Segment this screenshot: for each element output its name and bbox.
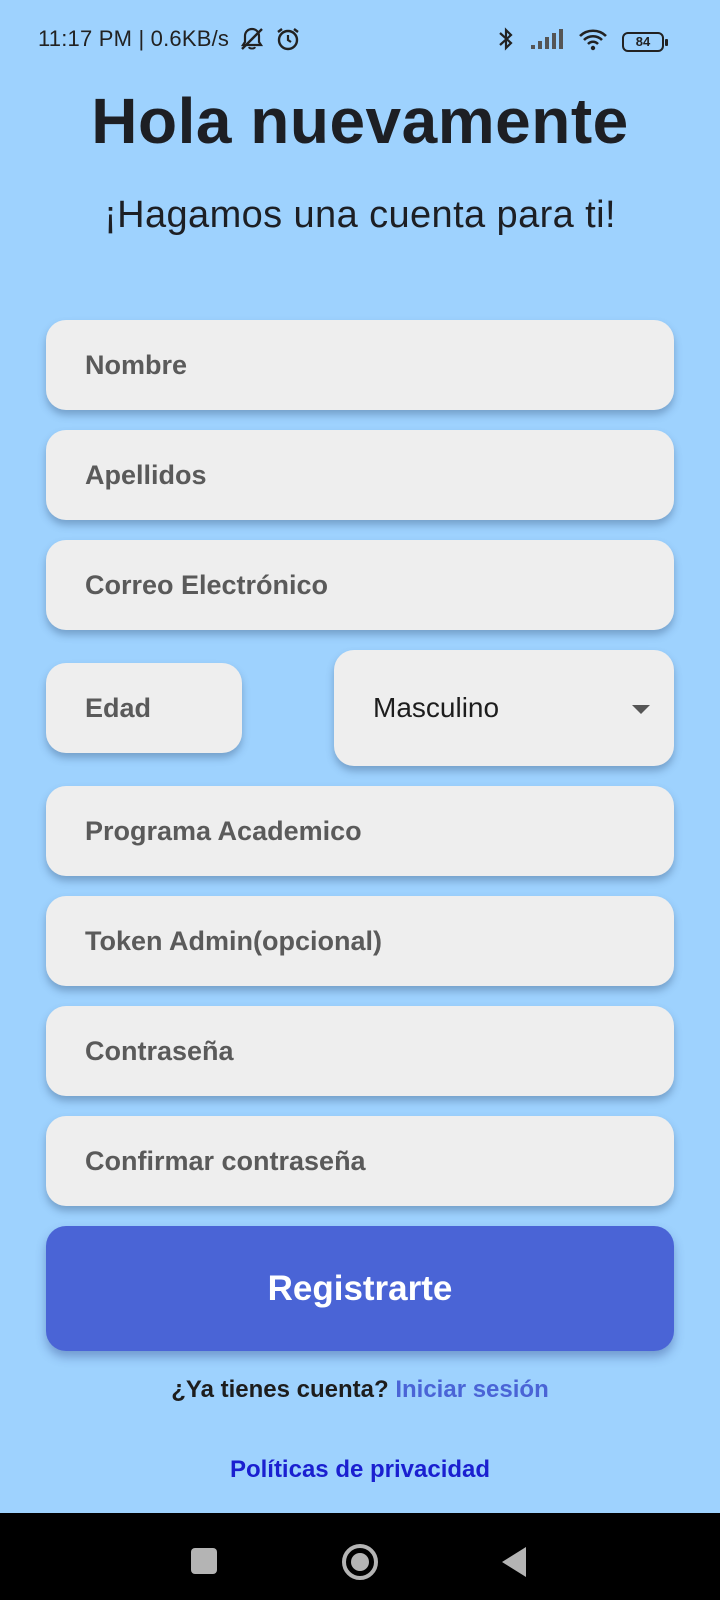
confirm-password-field[interactable]: Confirmar contraseña: [46, 1116, 674, 1206]
status-right: 84: [496, 26, 668, 57]
gender-select[interactable]: Masculino: [334, 650, 674, 766]
wifi-icon: [578, 27, 608, 56]
chevron-down-icon: [632, 705, 650, 714]
password-placeholder: Contraseña: [85, 1035, 234, 1066]
status-left: 11:17 PM | 0.6KB/s: [38, 26, 301, 52]
lastname-placeholder: Apellidos: [85, 459, 207, 490]
confirm-password-placeholder: Confirmar contraseña: [85, 1145, 366, 1176]
signal-icon: [530, 28, 564, 55]
page-title: Hola nuevamente: [91, 85, 629, 157]
password-field[interactable]: Contraseña: [46, 1006, 674, 1096]
program-field[interactable]: Programa Academico: [46, 786, 674, 876]
token-field[interactable]: Token Admin(opcional): [46, 896, 674, 986]
status-bar: 11:17 PM | 0.6KB/s 84: [0, 0, 720, 80]
email-placeholder: Correo Electrónico: [85, 569, 329, 600]
have-account-text: ¿Ya tienes cuenta?: [171, 1376, 389, 1403]
age-field[interactable]: Edad: [46, 663, 242, 753]
age-placeholder: Edad: [85, 692, 152, 723]
status-time: 11:17 PM | 0.6KB/s: [38, 26, 230, 51]
battery-icon: 84: [622, 31, 668, 52]
bluetooth-icon: [496, 26, 516, 57]
email-field[interactable]: Correo Electrónico: [46, 540, 674, 630]
register-button-label: Registrarte: [267, 1268, 453, 1308]
login-prompt: ¿Ya tienes cuenta? Iniciar sesión: [0, 1376, 720, 1404]
name-placeholder: Nombre: [85, 349, 188, 380]
back-icon[interactable]: [502, 1547, 526, 1577]
navigation-bar: [0, 1513, 720, 1600]
login-link[interactable]: Iniciar sesión: [395, 1376, 548, 1403]
name-field[interactable]: Nombre: [46, 320, 674, 410]
mute-icon: [239, 26, 265, 52]
page-subtitle: ¡Hagamos una cuenta para ti!: [104, 194, 616, 236]
privacy-link[interactable]: Políticas de privacidad: [0, 1456, 720, 1484]
alarm-icon: [275, 26, 301, 52]
home-icon[interactable]: [342, 1544, 378, 1580]
gender-value: Masculino: [373, 692, 500, 723]
token-placeholder: Token Admin(opcional): [85, 925, 382, 956]
register-button[interactable]: Registrarte: [46, 1226, 674, 1351]
lastname-field[interactable]: Apellidos: [46, 430, 674, 520]
battery-level: 84: [635, 33, 651, 49]
recents-icon[interactable]: [191, 1548, 217, 1574]
program-placeholder: Programa Academico: [85, 815, 362, 846]
